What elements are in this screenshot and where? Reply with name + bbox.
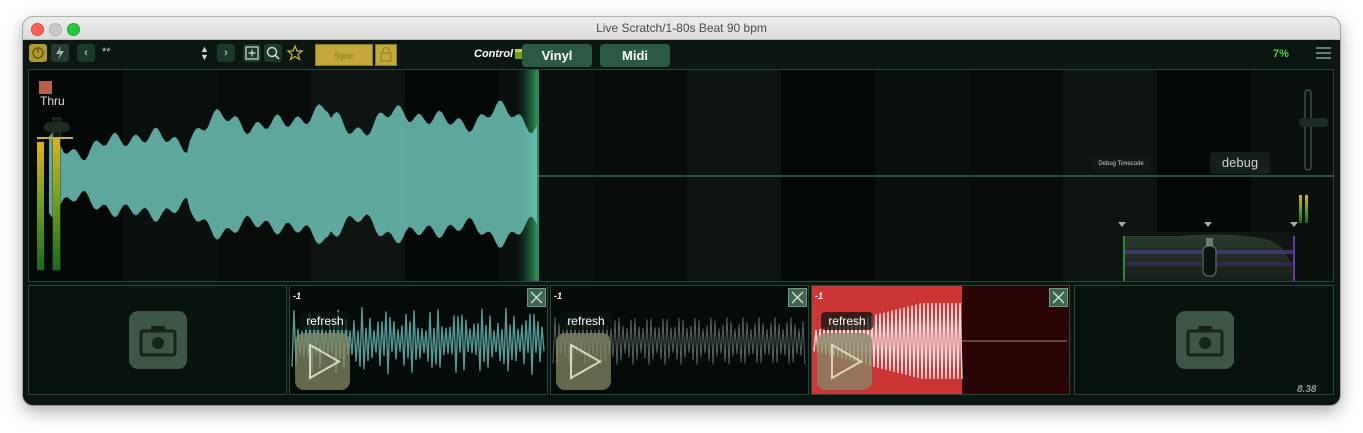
remove-sample-button[interactable] — [1049, 288, 1068, 307]
sample-number: -1 — [293, 291, 302, 301]
sync-button[interactable]: Sync — [315, 44, 373, 66]
sample-number: -1 — [815, 291, 824, 301]
menu-icon — [1316, 47, 1331, 49]
close-icon — [791, 291, 804, 304]
close-icon — [530, 291, 543, 304]
thru-label: Thru — [40, 94, 65, 108]
debug-timecode-button[interactable]: Debug Timecode — [1092, 156, 1150, 172]
sample-slot-2[interactable]: -1 refresh — [550, 285, 809, 395]
add-square-icon — [245, 46, 259, 60]
tab-midi[interactable]: Midi — [600, 44, 670, 67]
stepper-down-icon[interactable]: ▼ — [200, 53, 209, 62]
play-button[interactable] — [556, 333, 611, 390]
play-button[interactable] — [817, 333, 872, 390]
refresh-button[interactable]: refresh — [299, 312, 351, 330]
search-icon — [266, 46, 280, 60]
title-bar: Live Scratch/1-80s Beat 90 bpm — [23, 17, 1340, 40]
search-button[interactable] — [264, 44, 282, 62]
camera-button-right[interactable] — [1176, 311, 1234, 369]
refresh-button[interactable]: refresh — [821, 312, 873, 330]
control-label: Control — [474, 48, 514, 60]
power-button[interactable] — [29, 44, 47, 62]
power-icon — [32, 47, 44, 59]
play-icon — [309, 343, 342, 380]
debug-button[interactable]: debug — [1210, 152, 1270, 174]
app-window: Live Scratch/1-80s Beat 90 bpm ‹ ** ▲ ▼ … — [23, 17, 1340, 405]
play-icon — [831, 343, 864, 380]
rate-stepper[interactable]: ▲ ▼ — [200, 45, 209, 62]
sample-number: -1 — [554, 291, 563, 301]
sample-slot-3[interactable]: -1 refresh — [811, 285, 1070, 395]
rate-display: ** — [102, 46, 111, 58]
flash-button[interactable] — [51, 44, 69, 62]
waveform[interactable] — [29, 70, 1334, 282]
close-icon — [1052, 291, 1065, 304]
control-level-icon — [515, 49, 522, 59]
favorite-button[interactable] — [286, 44, 304, 62]
sample-bank: -1 refresh -1 refresh -1 refresh — [28, 285, 1334, 395]
playhead[interactable] — [537, 70, 539, 282]
camera-button-left[interactable] — [129, 311, 187, 369]
camera-slot-left — [28, 285, 287, 395]
add-button[interactable] — [243, 44, 261, 62]
star-icon — [286, 44, 304, 61]
time-display: 8.38 — [1297, 384, 1317, 395]
menu-button[interactable] — [1316, 47, 1331, 61]
lightning-icon — [56, 46, 64, 60]
next-button[interactable]: › — [217, 44, 235, 62]
tab-vinyl[interactable]: Vinyl — [522, 44, 592, 67]
lock-icon — [380, 47, 392, 62]
thru-indicator[interactable] — [39, 81, 52, 94]
camera-slot-right — [1074, 285, 1334, 395]
play-button[interactable] — [295, 333, 350, 390]
camera-icon — [1186, 326, 1224, 357]
refresh-button[interactable]: refresh — [560, 312, 612, 330]
toolbar: ‹ ** ▲ ▼ › Sync Control Vinyl Midi 7% — [23, 40, 1340, 69]
cpu-percent: 7% — [1255, 44, 1307, 64]
remove-sample-button[interactable] — [788, 288, 807, 307]
previous-button[interactable]: ‹ — [77, 44, 95, 62]
play-icon — [570, 343, 603, 380]
sample-slot-1[interactable]: -1 refresh — [289, 285, 548, 395]
deck-waveform-view[interactable]: Thru Debug Timecode debug — [28, 69, 1334, 282]
remove-sample-button[interactable] — [527, 288, 546, 307]
lock-button[interactable] — [375, 44, 397, 66]
window-title: Live Scratch/1-80s Beat 90 bpm — [596, 21, 767, 35]
camera-icon — [139, 326, 177, 357]
gain-slider-thumb[interactable] — [44, 122, 70, 132]
